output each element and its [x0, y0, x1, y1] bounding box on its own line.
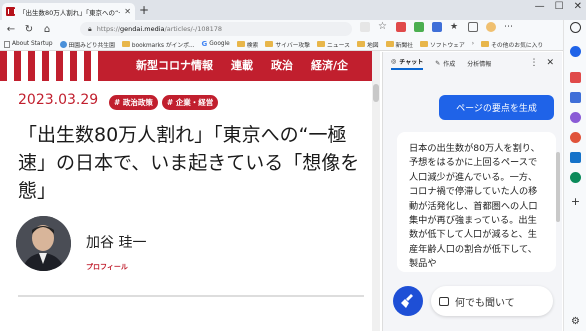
web-page: 新型コロナ情報 連載 政治 経済/企 2023.03.29 # 政治政策 # 企…: [0, 51, 372, 331]
chat-bubble-icon: [439, 296, 449, 306]
google-icon: G: [201, 40, 208, 48]
address-toolbar: ← ↻ ⌂ 🔒︎ https://gendai.media/articles/-…: [0, 20, 586, 38]
games-icon[interactable]: [570, 112, 581, 123]
ask-input[interactable]: 何でも聞いて: [431, 286, 553, 316]
nav-economy[interactable]: 経済/企: [311, 57, 348, 73]
minimize-icon[interactable]: —: [535, 1, 545, 12]
tab-compose[interactable]: ✎ 作成: [435, 59, 455, 68]
collections-icon[interactable]: [468, 22, 478, 32]
drop-icon[interactable]: [570, 172, 581, 183]
article-tags: # 政治政策 # 企業・経営: [109, 95, 219, 110]
bookmark-item[interactable]: その他のお気に入り: [481, 40, 543, 49]
home-icon[interactable]: ⌂: [42, 24, 52, 35]
new-topic-broom-icon[interactable]: [393, 286, 423, 316]
close-window-icon[interactable]: ✕: [574, 1, 582, 12]
article-headline: 「出生数80万人割れ」「東京への“一極 速」の日本で、いま起きている「想像を 態…: [18, 124, 360, 202]
lock-icon: 🔒︎: [88, 24, 92, 33]
browser-tab[interactable]: 「出生数80万人割れ」「東京への“一… ✕: [2, 3, 135, 20]
bookmark-item[interactable]: About Startup: [4, 40, 53, 48]
chat-icon: ◎: [391, 57, 397, 65]
new-tab-button[interactable]: +: [139, 3, 149, 17]
search-icon[interactable]: [570, 22, 581, 33]
bookmarks-bar: About Startup 田園みどり共生園 bookmarks がインポ...…: [0, 38, 586, 51]
panel-close-icon[interactable]: ✕: [546, 58, 554, 68]
edge-sidebar: + ⚙: [563, 20, 586, 331]
site-favicon-icon: [6, 7, 15, 16]
bookmark-item[interactable]: ソフトウェア: [419, 40, 465, 49]
compose-icon: ✎: [435, 59, 441, 67]
tab-close-icon[interactable]: ✕: [124, 7, 131, 16]
folder-icon: [236, 41, 245, 47]
tools-icon[interactable]: [570, 92, 581, 103]
nav-series[interactable]: 連載: [231, 57, 253, 73]
url-text: https://gendai.media/articles/-/108178: [96, 25, 223, 33]
bookmark-item[interactable]: ニュース: [317, 40, 350, 49]
panel-more-icon[interactable]: ⋮: [529, 58, 538, 68]
folder-icon: [121, 41, 130, 47]
site-nav: 新型コロナ情報 連載 政治 経済/企: [136, 57, 348, 73]
profile-link[interactable]: プロフィール: [86, 262, 128, 272]
bookmark-item[interactable]: 田園みどり共生園: [59, 40, 115, 49]
favorites-icon[interactable]: ★: [450, 22, 460, 32]
globe-icon: [59, 40, 67, 48]
bing-icon[interactable]: [570, 46, 581, 57]
page-icon: [4, 40, 10, 48]
bookmark-item[interactable]: G Google: [202, 40, 230, 48]
extension-green-icon[interactable]: [414, 22, 424, 32]
author-avatar[interactable]: [16, 216, 71, 271]
author-name[interactable]: 加谷 珪一: [86, 232, 146, 252]
panel-menu: ⋮ ✕: [529, 58, 554, 68]
star-icon[interactable]: ☆: [378, 22, 388, 32]
add-icon[interactable]: +: [570, 196, 581, 207]
profile-avatar-icon[interactable]: [486, 22, 496, 32]
folder-icon: [317, 41, 326, 47]
maximize-icon[interactable]: ☐: [555, 1, 564, 12]
refresh-icon[interactable]: ↻: [24, 24, 34, 35]
back-icon[interactable]: ←: [6, 24, 16, 35]
bookmark-item[interactable]: サイバー攻撃: [265, 40, 310, 49]
bing-chat-panel: ◎ チャット ✎ 作成 分析情報 ⋮ ✕ ページの要点を生成 日本の出生数が80万人…: [382, 52, 562, 331]
read-aloud-icon[interactable]: [360, 22, 370, 32]
extension-blue-icon[interactable]: [432, 22, 442, 32]
tab-insights[interactable]: 分析情報: [467, 59, 491, 68]
chat-answer: 日本の出生数が80万人を割り、予想をはるかに上回るペースで人口減少が進んでいる。…: [397, 132, 556, 272]
folder-icon: [265, 41, 274, 47]
bookmark-item[interactable]: 検索: [236, 40, 258, 49]
page-scrollbar-thumb[interactable]: [373, 84, 379, 102]
window-controls: — ☐ ✕: [535, 1, 582, 12]
nav-covid[interactable]: 新型コロナ情報: [136, 57, 213, 73]
generate-summary-button[interactable]: ページの要点を生成: [439, 95, 554, 120]
tag-business[interactable]: # 企業・経営: [161, 95, 219, 110]
bookmark-item[interactable]: bookmarks がインポ...: [121, 40, 195, 49]
folder-icon: [356, 41, 365, 47]
outlook-icon[interactable]: [570, 152, 581, 163]
settings-icon[interactable]: ⚙: [570, 316, 581, 327]
url-bar[interactable]: 🔒︎ https://gendai.media/articles/-/10817…: [80, 22, 352, 36]
folder-icon: [481, 41, 490, 47]
extension-calendar-icon[interactable]: [396, 22, 406, 32]
site-logo-stripes: [0, 51, 105, 81]
tab-title: 「出生数80万人割れ」「東京への“一…: [19, 8, 121, 17]
nav-politics[interactable]: 政治: [271, 57, 293, 73]
panel-scrollbar[interactable]: [556, 152, 560, 222]
tag-politics[interactable]: # 政治政策: [109, 95, 158, 110]
divider: [18, 295, 364, 297]
chevron-right-icon[interactable]: ›: [472, 41, 474, 47]
ask-placeholder: 何でも聞いて: [455, 297, 515, 309]
folder-icon: [385, 41, 394, 47]
more-icon[interactable]: ⋯: [504, 22, 514, 32]
tab-chat[interactable]: ◎ チャット: [391, 57, 424, 70]
bookmark-item[interactable]: 新聞社: [385, 40, 413, 49]
folder-icon: [419, 41, 428, 47]
article-date: 2023.03.29: [18, 92, 99, 108]
microsoft365-icon[interactable]: [570, 132, 581, 143]
toolbar-icons: ☆ ★ ⋯: [360, 22, 514, 32]
shopping-tag-icon[interactable]: [570, 72, 581, 83]
bookmark-item[interactable]: 地図: [356, 40, 379, 49]
